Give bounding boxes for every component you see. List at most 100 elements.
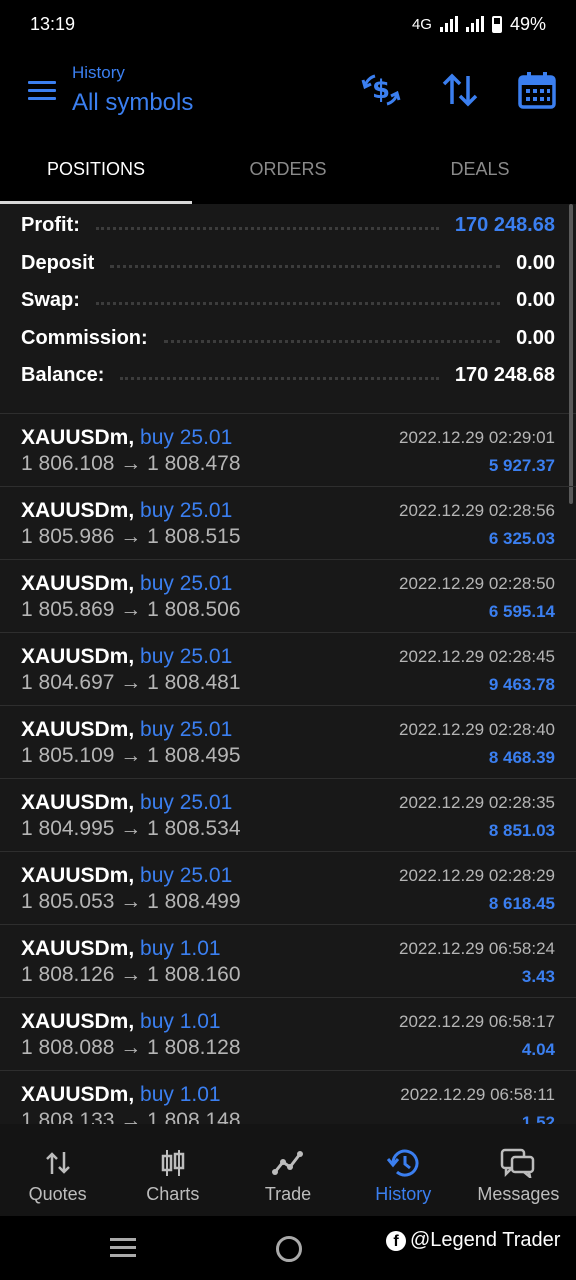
history-content[interactable]: Profit: 170 248.68 Deposit 0.00 Swap: 0.…	[0, 204, 576, 1124]
deal-symbol: XAUUSDm,	[21, 572, 135, 595]
deal-side: buy 25.01	[140, 791, 233, 814]
nav-charts[interactable]: Charts	[115, 1124, 230, 1216]
deal-side: buy 25.01	[140, 645, 233, 668]
deal-symbol: XAUUSDm,	[21, 791, 135, 814]
signal-icon	[439, 16, 458, 32]
deposit-value: 0.00	[516, 251, 555, 274]
deal-symbol-line: XAUUSDm, buy 25.01	[21, 864, 232, 888]
currency-exchange-icon[interactable]: $	[361, 70, 401, 110]
header-subtitle: History	[72, 63, 125, 82]
deal-prices: 1 804.995 → 1 808.534	[21, 817, 241, 840]
deal-symbol-line: XAUUSDm, buy 1.01	[21, 937, 221, 961]
deal-prices: 1 808.126 → 1 808.160	[21, 963, 241, 986]
deal-profit: 4.04	[521, 1040, 555, 1059]
deal-time: 2022.12.29 02:29:01	[399, 428, 555, 447]
deal-prices: 1 805.053 → 1 808.499	[21, 890, 241, 913]
deal-profit: 6 595.14	[488, 602, 555, 621]
profit-value: 170 248.68	[454, 214, 555, 237]
deal-row[interactable]: XAUUSDm, buy 25.01 1 805.109 → 1 808.495…	[0, 706, 576, 779]
deal-row[interactable]: XAUUSDm, buy 25.01 1 806.108 → 1 808.478…	[0, 414, 576, 487]
deal-row[interactable]: XAUUSDm, buy 25.01 1 804.697 → 1 808.481…	[0, 633, 576, 706]
dotted-leader	[163, 339, 501, 343]
deal-profit: 8 468.39	[488, 748, 555, 767]
deal-symbol: XAUUSDm,	[21, 499, 135, 522]
home-icon[interactable]	[276, 1236, 302, 1262]
deal-row[interactable]: XAUUSDm, buy 1.01 1 808.088 → 1 808.128 …	[0, 998, 576, 1071]
deal-profit: 8 851.03	[488, 821, 555, 840]
deal-row[interactable]: XAUUSDm, buy 25.01 1 804.995 → 1 808.534…	[0, 779, 576, 852]
deal-time: 2022.12.29 02:28:50	[399, 574, 555, 593]
status-icons: 4G 49%	[412, 14, 546, 35]
swap-label: Swap:	[21, 289, 80, 312]
deal-symbol-line: XAUUSDm, buy 25.01	[21, 426, 232, 450]
deal-prices: 1 806.108 → 1 808.478	[21, 452, 241, 475]
summary-row-profit: Profit: 170 248.68	[21, 207, 555, 245]
deal-prices: 1 804.697 → 1 808.481	[21, 671, 241, 694]
battery-icon	[491, 15, 502, 33]
deal-side: buy 25.01	[140, 426, 233, 449]
sort-icon[interactable]	[440, 70, 480, 110]
deal-row[interactable]: XAUUSDm, buy 25.01 1 805.869 → 1 808.506…	[0, 560, 576, 633]
nav-history-label: History	[375, 1184, 432, 1204]
quotes-icon	[45, 1152, 70, 1174]
summary-panel: Profit: 170 248.68 Deposit 0.00 Swap: 0.…	[0, 204, 576, 414]
nav-messages[interactable]: Messages	[461, 1124, 576, 1216]
commission-label: Commission:	[21, 326, 148, 349]
deal-symbol: XAUUSDm,	[21, 1083, 135, 1106]
nav-trade-label: Trade	[264, 1184, 312, 1204]
balance-value: 170 248.68	[454, 364, 555, 387]
deal-symbol-line: XAUUSDm, buy 25.01	[21, 572, 232, 596]
commission-value: 0.00	[516, 326, 555, 349]
nav-quotes-label: Quotes	[28, 1184, 87, 1204]
tab-bar: POSITIONS ORDERS DEALS	[0, 138, 576, 204]
deal-symbol-line: XAUUSDm, buy 25.01	[21, 645, 232, 669]
deal-side: buy 25.01	[140, 572, 233, 595]
deal-row[interactable]: XAUUSDm, buy 25.01 1 805.053 → 1 808.499…	[0, 852, 576, 925]
deal-side: buy 1.01	[140, 937, 221, 960]
header-title-block[interactable]: History All symbols	[72, 63, 193, 117]
nav-messages-label: Messages	[477, 1184, 560, 1204]
recent-apps-icon[interactable]	[110, 1238, 136, 1258]
facebook-icon: f	[386, 1230, 406, 1251]
deal-symbol-line: XAUUSDm, buy 1.01	[21, 1083, 221, 1107]
deal-time: 2022.12.29 02:28:29	[399, 866, 555, 885]
menu-icon[interactable]	[28, 81, 56, 101]
deal-prices: 1 808.088 → 1 808.128	[21, 1036, 241, 1059]
deal-row[interactable]: XAUUSDm, buy 1.01 1 808.126 → 1 808.160 …	[0, 925, 576, 998]
nav-charts-label: Charts	[146, 1184, 200, 1204]
deal-row[interactable]: XAUUSDm, buy 1.01 1 808.133 → 1 808.148 …	[0, 1071, 576, 1124]
status-bar: 13:19 4G 49%	[0, 0, 576, 48]
calendar-icon[interactable]	[517, 70, 557, 110]
deal-prices: 1 805.109 → 1 808.495	[21, 744, 241, 767]
nav-trade[interactable]: Trade	[230, 1124, 345, 1216]
summary-row-balance: Balance: 170 248.68	[21, 357, 555, 395]
tab-deals[interactable]: DEALS	[384, 138, 576, 204]
deal-time: 2022.12.29 02:28:56	[399, 501, 555, 520]
battery-percent: 49%	[509, 13, 546, 34]
deal-prices: 1 808.133 → 1 808.148	[21, 1109, 241, 1124]
deal-profit: 1.52	[521, 1113, 555, 1124]
deal-symbol-line: XAUUSDm, buy 25.01	[21, 791, 232, 815]
deal-symbol: XAUUSDm,	[21, 718, 135, 741]
summary-row-commission: Commission: 0.00	[21, 320, 555, 358]
tab-positions[interactable]: POSITIONS	[0, 138, 192, 204]
history-icon	[387, 1149, 419, 1177]
signal-icon-2	[465, 16, 484, 32]
svg-text:$: $	[372, 75, 390, 105]
deal-symbol: XAUUSDm,	[21, 937, 135, 960]
nav-history[interactable]: History	[346, 1124, 461, 1216]
tab-orders[interactable]: ORDERS	[192, 138, 384, 204]
charts-icon	[161, 1150, 185, 1176]
deal-profit: 6 325.03	[488, 529, 555, 548]
deal-time: 2022.12.29 02:28:35	[399, 793, 555, 812]
summary-row-deposit: Deposit 0.00	[21, 245, 555, 283]
page-title: All symbols	[72, 89, 194, 116]
summary-row-swap: Swap: 0.00	[21, 282, 555, 320]
deal-list: XAUUSDm, buy 25.01 1 806.108 → 1 808.478…	[0, 414, 576, 1124]
deal-row[interactable]: XAUUSDm, buy 25.01 1 805.986 → 1 808.515…	[0, 487, 576, 560]
deal-side: buy 25.01	[140, 864, 233, 887]
deal-time: 2022.12.29 06:58:24	[399, 939, 555, 958]
nav-quotes[interactable]: Quotes	[0, 1124, 115, 1216]
deal-prices: 1 805.869 → 1 808.506	[21, 598, 241, 621]
deal-symbol-line: XAUUSDm, buy 25.01	[21, 718, 232, 742]
